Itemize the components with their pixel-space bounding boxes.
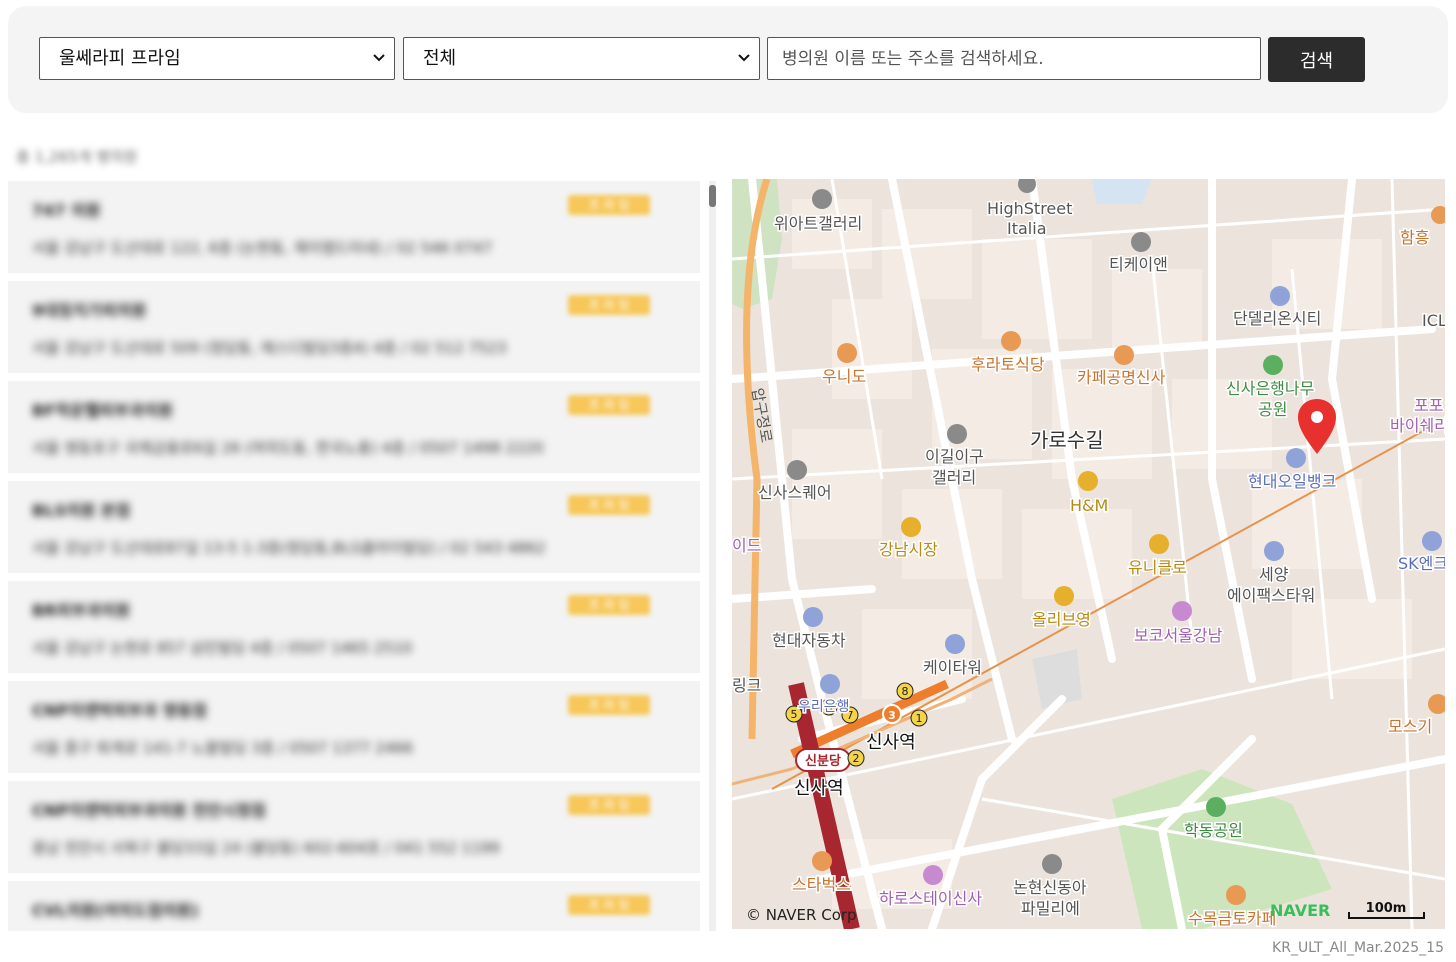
map-label: 보코서울강남 [1134, 626, 1223, 645]
product-badge: 프 라 임 [568, 495, 650, 515]
map-label: 학동공원 [1184, 821, 1243, 840]
clinic-name: CVL의원(여의도점의원) [32, 901, 199, 920]
map-canvas[interactable]: 신분당 8 3 1 5 6 7 2 위아트갤러리 HighStreet Ital… [732, 179, 1445, 929]
chevron-down-icon [738, 54, 750, 62]
map-label: HighStreet [987, 199, 1072, 218]
map-label: H&M [1070, 496, 1108, 515]
list-item[interactable]: CNP차앤박피부과의원 천안시청점 충남 천안시 서북구 불당33길 24 (불… [8, 781, 700, 873]
map-label: 포포 [1414, 396, 1443, 415]
map-label: 바이쉐리 [1390, 416, 1445, 435]
station-label: 신사역 [794, 778, 844, 799]
list-item[interactable]: 747 의원 서울 강남구 도산대로 122, 6층 (논현동, 제이엠드미네)… [8, 181, 700, 273]
map-label: 링크 [732, 676, 761, 695]
product-badge: 프 라 임 [568, 395, 650, 415]
scrollbar-thumb[interactable] [709, 185, 716, 207]
search-button[interactable]: 검색 [1268, 37, 1365, 82]
clinic-address: 서울 강남구 도산대로87길 13-5 1-3층(청담동,BLS클라이빌딩) /… [32, 539, 546, 557]
map-label: 강남시장 [879, 540, 938, 559]
region-select[interactable]: 전체 [403, 37, 760, 80]
exit-number: 2 [853, 752, 860, 765]
map-label: 파밀리에 [1021, 899, 1080, 918]
exit-number: 5 [791, 708, 798, 721]
clinic-address: 충남 천안시 서북구 불당33길 24 (불당동) 602-604호 / 041… [32, 839, 500, 857]
map-label: 함흥 [1400, 228, 1429, 247]
map-view[interactable]: 신분당 8 3 1 5 6 7 2 위아트갤러리 HighStreet Ital… [732, 179, 1445, 929]
product-badge: 프 라 임 [568, 695, 650, 715]
product-badge: 프 라 임 [568, 795, 650, 815]
naver-logo: NAVER [1270, 901, 1330, 920]
clinic-address: 서울 강남구 도산대로 509 (청담동, 에스디빌딩3층4) 4층 / 02 … [32, 339, 507, 357]
clinic-name: BR피부과의원 [32, 601, 131, 620]
region-select-value: 전체 [423, 48, 457, 69]
map-label: 수목금토카페 [1188, 909, 1276, 928]
map-copyright: © NAVER Corp [746, 906, 857, 924]
map-label: 이길이구 [925, 447, 984, 466]
list-item[interactable]: CVL의원(여의도점의원) 프 라 임 [8, 881, 700, 931]
exit-number: 8 [902, 685, 909, 698]
map-label: 신사은행나무 [1226, 379, 1314, 398]
map-label: 우리은행 [798, 699, 850, 715]
product-badge: 프 라 임 [568, 195, 650, 215]
clinic-list: 747 의원 서울 강남구 도산대로 122, 6층 (논현동, 제이엠드미네)… [8, 181, 700, 931]
clinic-name: CNP차앤박피부과의원 천안시청점 [32, 801, 266, 820]
product-select-value: 울쎄라피 프라임 [59, 48, 181, 69]
clinic-name: 747 의원 [32, 201, 101, 220]
map-label: 유니클로 [1128, 558, 1187, 577]
clinic-name: CNP차앤박피부과 명동점 [32, 701, 207, 720]
map-label: 이드 [732, 536, 761, 555]
map-label: 후라토식당 [971, 355, 1045, 374]
map-label: 하로스테이신사 [879, 889, 982, 908]
clinic-address: 서울 영등포구 국제금융로6길 26 (여의도동, 한국노총) 4층 / 050… [32, 439, 544, 457]
product-badge: 프 라 임 [568, 295, 650, 315]
list-scrollbar[interactable] [709, 181, 716, 931]
product-select[interactable]: 울쎄라피 프라임 [39, 37, 395, 80]
chevron-down-icon [373, 54, 385, 62]
map-label: SK엔크 [1398, 554, 1445, 573]
map-scale-label: 100m [1366, 901, 1407, 916]
result-count: 총 1,265개 병의원 [16, 148, 138, 166]
clinic-address: 서울 강남구 논현로 857 삼린빌딩 4층 / 0507 1465 2510 [32, 639, 413, 657]
clinic-search-input[interactable] [767, 37, 1261, 80]
map-label: 현대오일뱅크 [1248, 472, 1336, 491]
map-label: Italia [1007, 219, 1047, 238]
map-label: 올리브영 [1032, 610, 1091, 629]
map-label: 갤러리 [932, 468, 976, 487]
station-label: 신사역 [866, 732, 916, 753]
list-item[interactable]: 9대칭치가피의원 서울 강남구 도산대로 509 (청담동, 에스디빌딩3층4)… [8, 281, 700, 373]
map-label: 에이팩스타워 [1227, 586, 1315, 605]
map-label: 단델리온시티 [1233, 309, 1321, 328]
list-item[interactable]: BR피부과의원 서울 강남구 논현로 857 삼린빌딩 4층 / 0507 14… [8, 581, 700, 673]
list-item[interactable]: BLS의원 본점 서울 강남구 도산대로87길 13-5 1-3층(청담동,BL… [8, 481, 700, 573]
product-badge: 프 라 임 [568, 595, 650, 615]
footer-code: KR_ULT_All_Mar.2025_15 [1272, 940, 1444, 956]
clinic-name: BLS의원 본점 [32, 501, 131, 520]
clinic-name: BF착운헬피부과의원 [32, 401, 173, 420]
map-label: 스타벅스 [792, 875, 851, 894]
map-label-district: 가로수길 [1030, 428, 1104, 452]
search-filter-bar: 울쎄라피 프라임 전체 검색 [8, 6, 1448, 113]
map-label: 세양 [1259, 565, 1289, 584]
map-label: 케이타워 [923, 658, 982, 677]
map-label: 논현신동아 [1013, 878, 1087, 897]
map-label: 카페공명신사 [1077, 368, 1166, 387]
clinic-address: 서울 중구 퇴계로 141-7 노블빌딩 3층 / 0507 1377 2466 [32, 739, 414, 757]
exit-number: 3 [888, 709, 896, 722]
map-label: ICL [1422, 311, 1445, 330]
map-label: 위아트갤러리 [774, 214, 862, 233]
exit-number: 1 [916, 712, 923, 725]
clinic-name: 9대칭치가피의원 [32, 301, 147, 320]
map-label: 현대자동차 [772, 631, 846, 650]
list-item[interactable]: CNP차앤박피부과 명동점 서울 중구 퇴계로 141-7 노블빌딩 3층 / … [8, 681, 700, 773]
map-label: 공원 [1258, 400, 1287, 419]
sinbundang-line-label: 신분당 [805, 753, 841, 769]
product-badge: 프 라 임 [568, 895, 650, 915]
map-label: 신사스퀘어 [758, 483, 832, 502]
clinic-address: 서울 강남구 도산대로 122, 6층 (논현동, 제이엠드미네) / 02 5… [32, 239, 493, 257]
map-label: 티케이앤 [1109, 255, 1168, 274]
map-label: 모스기 [1388, 717, 1432, 736]
list-item[interactable]: BF착운헬피부과의원 서울 영등포구 국제금융로6길 26 (여의도동, 한국노… [8, 381, 700, 473]
map-label: 우니도 [822, 367, 866, 386]
